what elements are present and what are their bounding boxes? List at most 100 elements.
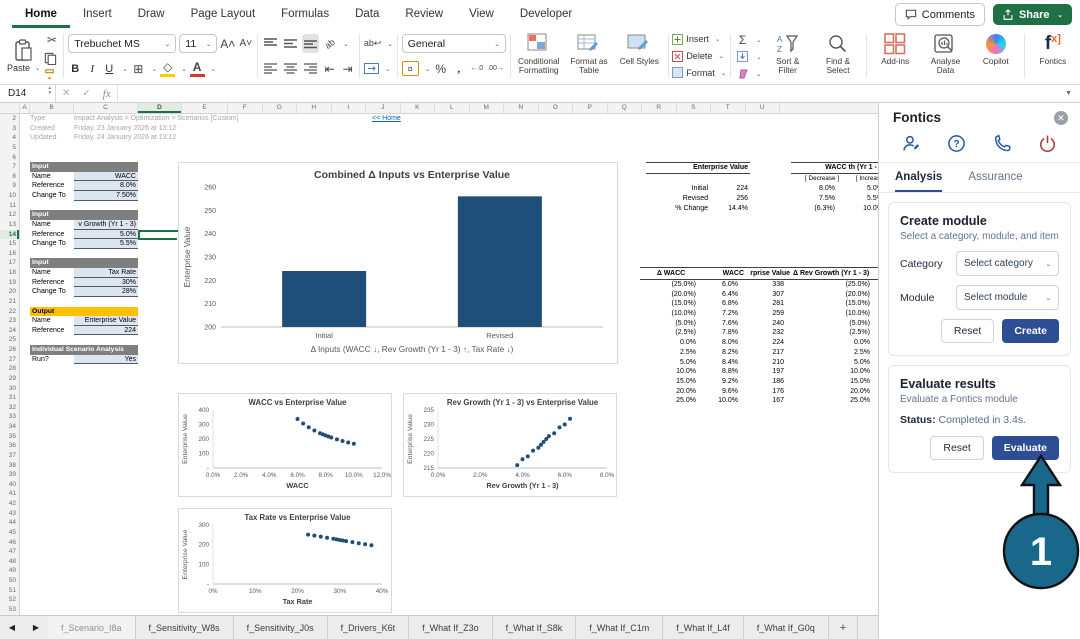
column-header-O[interactable]: O [539, 103, 574, 113]
cell-value[interactable]: 2.5% [790, 348, 878, 358]
row-header-9[interactable]: 9 [0, 181, 19, 191]
cell-value[interactable]: 9.2% [702, 377, 744, 387]
cell-value[interactable]: (5.0%) [640, 319, 702, 329]
row-header-35[interactable]: 35 [0, 432, 19, 442]
home-link[interactable]: << Home [372, 115, 401, 122]
cell-value[interactable]: 5.0% [790, 358, 878, 368]
enter-icon[interactable]: ✓ [76, 88, 96, 99]
cell-value[interactable]: (25.0%) [790, 280, 878, 290]
column-header-U[interactable]: U [746, 103, 781, 113]
cell-value[interactable]: (2.5%) [790, 328, 878, 338]
evaluate-reset-button[interactable]: Reset [930, 436, 983, 460]
wacc-sensitivity-chart[interactable]: WACC vs Enterprise Value-1002003004000.0… [178, 393, 392, 497]
borders-icon[interactable]: ⊞ [131, 60, 146, 77]
cell-value[interactable]: (5.0%) [790, 319, 878, 329]
row-header-45[interactable]: 45 [0, 528, 19, 538]
cell-label[interactable]: Reference [30, 326, 74, 336]
cell-value[interactable]: 5.5% [74, 239, 138, 249]
row-header-27[interactable]: 27 [0, 355, 19, 365]
row-header-26[interactable]: 26 [0, 345, 19, 355]
row-header-47[interactable]: 47 [0, 547, 19, 557]
row-value[interactable]: 224 [708, 184, 750, 194]
cell-label[interactable]: Reference [30, 181, 74, 191]
cell-value[interactable]: 281 [744, 299, 790, 309]
cell-value[interactable]: 7.2% [702, 309, 744, 319]
cell-value[interactable]: 8.4% [702, 358, 744, 368]
enterprise-value-table[interactable]: Enterprise ValueInitial224Revised256% Ch… [646, 162, 750, 214]
cell-value[interactable]: 20.0% [790, 387, 878, 397]
cell-value[interactable]: (10.0%) [790, 309, 878, 319]
row-header-32[interactable]: 32 [0, 403, 19, 413]
cell-value[interactable]: 7.8% [702, 328, 744, 338]
cell-value[interactable]: 8.2% [702, 348, 744, 358]
cell-value[interactable]: 6.4% [702, 290, 744, 300]
row-header-24[interactable]: 24 [0, 326, 19, 336]
column-header-G[interactable]: G [263, 103, 298, 113]
help-icon[interactable]: ? [947, 134, 966, 153]
analyse-data-button[interactable]: Analyse Data [920, 30, 970, 82]
share-button[interactable]: Share ⌄ [993, 4, 1072, 25]
rev-growth-sensitivity-chart[interactable]: Rev Growth (Yr 1 - 3) vs Enterprise Valu… [403, 393, 617, 497]
align-center-icon[interactable] [282, 59, 299, 78]
font-size-combo[interactable]: 11⌄ [179, 34, 217, 53]
insert-function-icon[interactable]: fx [97, 88, 117, 100]
row-header-29[interactable]: 29 [0, 374, 19, 384]
row-header-4[interactable]: 4 [0, 133, 19, 143]
column-header-N[interactable]: N [504, 103, 539, 113]
row-value[interactable]: 256 [708, 194, 750, 204]
row-header-8[interactable]: 8 [0, 172, 19, 182]
cell-value[interactable]: 210 [744, 358, 790, 368]
meta-label[interactable]: Created [30, 124, 74, 134]
cell-value[interactable]: Tax Rate [74, 268, 138, 278]
row-header-12[interactable]: 12 [0, 210, 19, 220]
cut-icon[interactable]: ✂ [44, 32, 59, 49]
name-box-spinner[interactable]: ▲▼ [48, 86, 52, 95]
cell-value[interactable]: 224 [744, 338, 790, 348]
column-header-F[interactable]: F [228, 103, 263, 113]
cell-value[interactable]: 217 [744, 348, 790, 358]
row-header-2[interactable]: 2 [0, 114, 19, 124]
conditional-formatting-button[interactable]: Conditional Formatting [514, 30, 564, 82]
row-header-38[interactable]: 38 [0, 461, 19, 471]
font-name-combo[interactable]: Trebuchet MS⌄ [68, 34, 176, 53]
row-header-22[interactable]: 22 [0, 307, 19, 317]
selected-cell-D14[interactable] [138, 230, 182, 240]
wacc-growth-change-table[interactable]: WACC th (Yr 1 - 3)[ Decrease ][ Increase… [791, 162, 878, 214]
row-header-39[interactable]: 39 [0, 470, 19, 480]
cell-value[interactable]: 8.0% [702, 338, 744, 348]
cell-value[interactable]: 167 [744, 396, 790, 406]
align-top-icon[interactable] [262, 34, 279, 53]
cell-value[interactable]: 5.0% [839, 184, 878, 194]
fill-down-icon[interactable] [735, 48, 750, 65]
cell-value[interactable]: 5.0% [74, 230, 138, 240]
cell-styles-button[interactable]: Cell Styles [614, 30, 664, 82]
row-header-3[interactable]: 3 [0, 124, 19, 134]
row-header-14[interactable]: 14 [0, 230, 19, 240]
fontics-button[interactable]: fx] Fontics [1028, 30, 1078, 82]
row-label[interactable]: Revised [646, 194, 708, 204]
decrease-indent-icon[interactable]: ⇤ [322, 60, 337, 77]
meta-value[interactable]: Friday, 24 January 2026 at 13:12 [74, 134, 176, 141]
format-cells-button[interactable]: Format⌄ [672, 64, 726, 81]
phone-icon[interactable] [993, 134, 1012, 153]
cell-value[interactable]: 10.0% [702, 396, 744, 406]
row-header-7[interactable]: 7 [0, 162, 19, 172]
cell-value[interactable]: 10.0% [790, 367, 878, 377]
column-header-Q[interactable]: Q [608, 103, 643, 113]
row-header-25[interactable]: 25 [0, 335, 19, 345]
cell-value[interactable]: 232 [744, 328, 790, 338]
corner-select-all[interactable] [0, 103, 20, 113]
increase-decimal-icon[interactable]: ←.0 [469, 60, 484, 77]
row-header-30[interactable]: 30 [0, 384, 19, 394]
row-header-13[interactable]: 13 [0, 220, 19, 230]
row-header-20[interactable]: 20 [0, 287, 19, 297]
combined-inputs-chart[interactable]: Combined Δ Inputs vs Enterprise Value200… [178, 162, 618, 364]
wrap-text-icon[interactable]: ab↩ [364, 35, 382, 52]
paste-button[interactable]: Paste⌄ [3, 37, 44, 75]
ribbon-tab-formulas[interactable]: Formulas [268, 0, 342, 28]
row-header-28[interactable]: 28 [0, 364, 19, 374]
ribbon-tab-home[interactable]: Home [12, 0, 70, 28]
cell-value[interactable]: 197 [744, 367, 790, 377]
row-header-49[interactable]: 49 [0, 566, 19, 576]
sensitivity-data-table[interactable]: Δ WACCWACCrprise ValueΔ Rev Growth (Yr 1… [640, 267, 878, 406]
